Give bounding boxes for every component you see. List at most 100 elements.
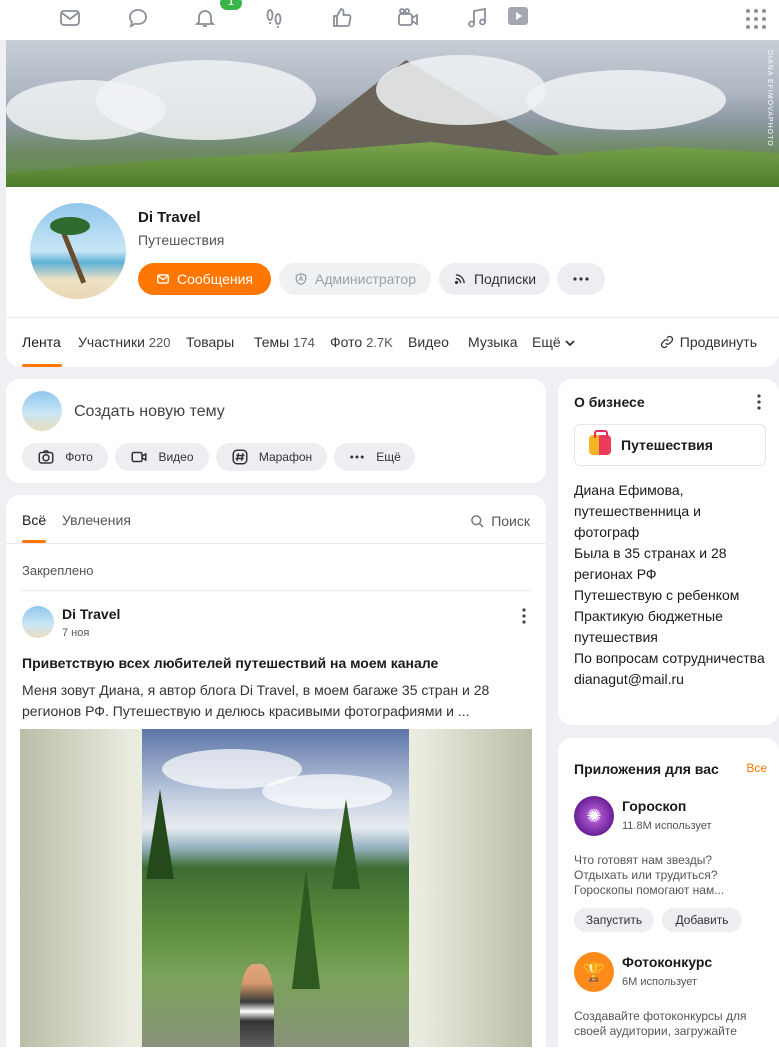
divider [22,590,530,591]
description-line: Путешествую с ребенком [574,587,740,603]
group-name[interactable]: Di Travel [138,209,201,226]
feed-tab-hobbies[interactable]: Увлечения [62,512,131,528]
messages-button-label: Сообщения [177,271,253,287]
tab-label: Фото [330,334,363,350]
contact-email[interactable]: dianagut@mail.ru [574,669,769,690]
post-photo-image [142,729,409,1053]
horoscope-app-icon[interactable]: ✺ [574,796,614,836]
chip-label: Фото [65,450,93,464]
post-author[interactable]: Di Travel [62,606,120,622]
app-users: 11.8M использует [622,820,712,832]
tab-label: Лента [22,334,61,350]
bell-icon[interactable] [193,6,219,32]
description-line: Диана Ефимова, путешественница и фотогра… [574,482,701,540]
footprints-icon[interactable] [262,6,288,32]
group-avatar[interactable] [30,203,126,299]
tab-count: 174 [293,335,315,350]
attach-photo-button[interactable]: Фото [22,443,108,471]
administrator-button-label: Администратор [314,271,416,287]
chip-label: Видео [158,450,194,464]
cover-cloud [376,55,546,125]
photo-tree [292,869,320,989]
pinned-label: Закреплено [22,563,94,578]
post-text[interactable]: Меня зовут Диана, я автор блога Di Trave… [22,680,527,722]
more-attachments-button[interactable]: Ещё [334,443,415,471]
feed-search-button[interactable]: Поиск [470,513,530,529]
rss-icon [454,274,465,285]
shield-icon [295,273,307,285]
messages-button[interactable]: Сообщения [138,263,271,295]
promote-button[interactable]: Продвинуть [659,334,757,350]
mail-icon [157,274,169,284]
search-icon [471,514,484,528]
cover-watermark: DIANA EFIMOVAPHOTO [766,50,773,147]
marathon-button[interactable]: Марафон [216,443,327,471]
notification-badge: 1 [220,0,242,10]
more-dots-icon [350,455,364,459]
search-label: Поиск [491,513,530,529]
photo-person [240,964,274,1053]
cover-image: DIANA EFIMOVAPHOTO [6,40,779,187]
create-topic-input[interactable]: Создать новую тему [74,403,225,421]
apps-all-link[interactable]: Все [746,761,767,775]
tab-label: Участники [78,334,145,350]
post-author-avatar[interactable] [22,606,54,638]
business-category-label: Путешествия [621,437,713,453]
more-actions-button[interactable] [557,263,605,295]
tab-label: Музыка [468,334,518,350]
like-icon[interactable] [330,6,356,32]
post-photo[interactable] [20,729,532,1053]
tab-topics[interactable]: Темы 174 [254,334,315,350]
link-icon [660,335,673,349]
group-category: Путешествия [138,232,225,248]
apps-grid-icon[interactable] [744,7,770,33]
tab-music[interactable]: Музыка [468,334,518,350]
apps-heading: Приложения для вас [574,761,719,777]
tab-count: 220 [148,335,171,350]
music-note-icon[interactable] [465,6,491,32]
post-menu-icon[interactable] [522,608,526,624]
post-title[interactable]: Приветствую всех любителей путешествий н… [22,655,438,671]
luggage-icon [589,430,611,455]
feed-tab-all[interactable]: Всё [22,512,46,528]
bottom-strip [0,1047,779,1053]
tab-more[interactable]: Ещё [532,334,575,350]
tab-products[interactable]: Товары [186,334,234,350]
user-avatar [22,391,62,431]
description-line: Была в 35 странах и 28 регионах РФ [574,545,727,582]
chip-label: Марафон [258,450,313,464]
tab-photos[interactable]: Фото 2.7K [330,334,393,350]
hashtag-icon [232,449,248,465]
active-tab-indicator [22,364,62,367]
administrator-button[interactable]: Администратор [279,263,431,295]
subscriptions-button-label: Подписки [473,271,537,287]
photo-contest-app-icon[interactable]: 🏆 [574,952,614,992]
camera-icon [38,450,54,464]
description-line: По вопросам сотрудничества [574,650,765,666]
launch-app-button[interactable]: Запустить [574,908,654,932]
business-category[interactable]: Путешествия [574,424,766,466]
business-description: Диана Ефимова, путешественница и фотогра… [574,480,769,690]
app-name[interactable]: Гороскоп [622,798,686,814]
feed-card: Всё Увлечения Поиск Закреплено Di Travel… [6,495,546,1053]
subscriptions-button[interactable]: Подписки [439,263,550,295]
tab-members[interactable]: Участники 220 [78,334,170,350]
business-menu-icon[interactable] [757,394,761,415]
tab-feed[interactable]: Лента [22,334,61,350]
tab-label: Товары [186,334,235,350]
attach-video-button[interactable]: Видео [115,443,209,471]
mail-icon[interactable] [58,6,84,32]
app-users: 6M использует [622,976,698,988]
app-name[interactable]: Фотоконкурс [622,954,712,970]
chat-icon[interactable] [126,6,152,32]
cover-hills [6,142,779,187]
tab-videos[interactable]: Видео [408,334,449,350]
about-business-card: О бизнесе Путешествия Диана Ефимова, пут… [558,379,779,725]
tab-label: Видео [408,334,449,350]
video-camera-icon[interactable] [396,6,422,32]
play-icon[interactable] [505,4,531,30]
video-icon [131,451,147,463]
avatar-palm-fronds [50,217,90,235]
photo-tree [332,799,360,889]
add-app-button[interactable]: Добавить [662,908,742,932]
